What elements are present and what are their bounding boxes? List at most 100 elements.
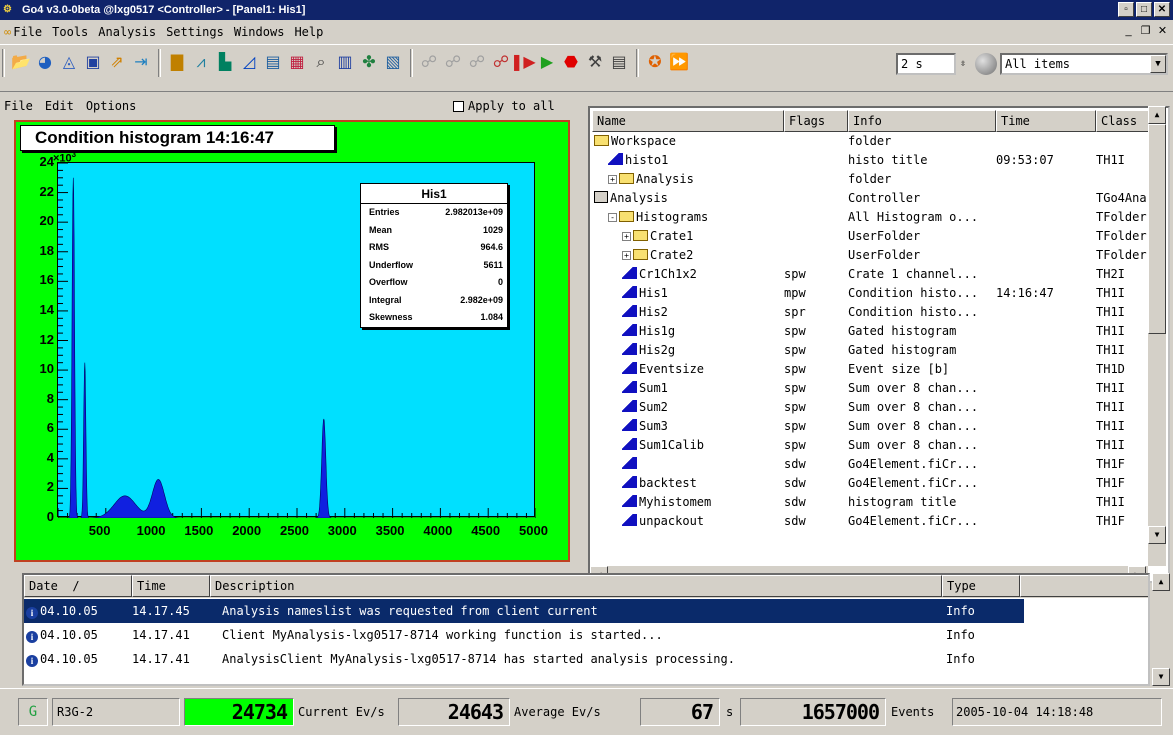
browser-item-name[interactable]: + Analysis (608, 170, 694, 189)
browser-row[interactable]: sdw Go4Element.fiCr... TH1F (592, 455, 1152, 474)
browser-item-name[interactable]: Eventsize (622, 360, 704, 379)
expand-icon[interactable]: + (622, 232, 631, 241)
column-class[interactable]: Class (1096, 110, 1152, 132)
launch-client-icon[interactable]: ☍ (418, 51, 440, 73)
browser-row[interactable]: - Histograms All Histogram o... TFolder (592, 208, 1152, 227)
monitor-icon[interactable]: ⏩ (668, 51, 690, 73)
bar-chart-icon[interactable]: ▇ (166, 51, 188, 73)
minimize-button[interactable]: ▫ (1118, 2, 1134, 17)
apply-to-all-checkbox[interactable]: Apply to all (453, 96, 555, 116)
browser-item-name[interactable]: histo1 (608, 151, 668, 170)
browser-item-name[interactable]: Sum1Calib (622, 436, 704, 455)
browser-item-name[interactable]: + Crate2 (622, 246, 693, 265)
browser-item-name[interactable]: His1g (622, 322, 675, 341)
histogram-icon[interactable]: ▙ (214, 51, 236, 73)
browser-item-name[interactable]: His2g (622, 341, 675, 360)
browser-item-name[interactable]: Sum2 (622, 398, 668, 417)
log-column-description[interactable]: Description (210, 575, 942, 597)
panel-menu-edit[interactable]: Edit (45, 99, 74, 113)
window-icon[interactable]: ▤ (262, 51, 284, 73)
update-interval-input[interactable]: 2 s (896, 53, 956, 75)
expand-icon[interactable]: + (622, 251, 631, 260)
browser-row[interactable]: Eventsize spw Event size [b] TH1D (592, 360, 1152, 379)
mdi-close-button[interactable]: ✕ (1155, 24, 1170, 39)
configure-icon[interactable]: ⚒ (584, 51, 606, 73)
browser-vscrollbar[interactable]: ▲ ▼ (1148, 106, 1166, 566)
browser-item-name[interactable]: His2 (622, 303, 668, 322)
zoom-icon[interactable]: ⌕ (310, 51, 332, 73)
stop-icon[interactable]: ⬣ (560, 51, 582, 73)
browser-item-name[interactable]: + Crate1 (622, 227, 693, 246)
browser-item-name[interactable]: unpackout (622, 512, 704, 531)
browser-item-name[interactable]: Sum1 (622, 379, 668, 398)
panel-splitter[interactable] (578, 94, 584, 564)
log-row[interactable]: i 04.10.05 14.17.45 Analysis nameslist was … (24, 599, 1024, 623)
browser-row[interactable]: Sum2 spw Sum over 8 chan... TH1I (592, 398, 1152, 417)
open-folder-icon[interactable]: 📂 (10, 51, 32, 73)
browser-item-name[interactable]: Cr1Ch1x2 (622, 265, 697, 284)
browser-row[interactable]: Sum1Calib spw Sum over 8 chan... TH1I (592, 436, 1152, 455)
menu-help[interactable]: Help (294, 25, 323, 39)
editor-icon[interactable]: ▧ (382, 51, 404, 73)
scroll-thumb[interactable] (1148, 124, 1166, 334)
close-button[interactable]: ✕ (1154, 2, 1170, 17)
filter-select[interactable]: All items ▼ (1000, 53, 1168, 75)
menu-file[interactable]: File (13, 25, 42, 39)
menu-tools[interactable]: Tools (52, 25, 88, 39)
browser-row[interactable]: Myhistomem sdw histogram title TH1I (592, 493, 1152, 512)
chevron-down-icon[interactable]: ▼ (1150, 55, 1166, 73)
log-row[interactable]: i 04.10.05 14.17.41 Client MyAnalysis-lxg05… (24, 623, 1134, 647)
browser-globe-icon[interactable]: ◕ (34, 51, 56, 73)
panel-menu-file[interactable]: File (4, 99, 33, 113)
fit-icon[interactable]: ◿ (238, 51, 260, 73)
save-as-icon[interactable]: ⇗ (106, 51, 128, 73)
browser-item-name[interactable]: His1 (622, 284, 668, 303)
refresh-icon[interactable]: ✪ (644, 51, 666, 73)
column-time[interactable]: Time (996, 110, 1096, 132)
log-vscrollbar[interactable]: ▲ ▼ (1152, 573, 1170, 686)
terminal-icon[interactable]: ▤ (608, 51, 630, 73)
browser-row[interactable]: backtest sdw Go4Element.fiCr... TH1F (592, 474, 1152, 493)
browser-item-name[interactable]: Workspace (594, 132, 676, 151)
save-icon[interactable]: ▣ (82, 51, 104, 73)
interval-spin-button[interactable]: ⇳ (957, 53, 969, 75)
settings-icon[interactable]: ✤ (358, 51, 380, 73)
browser-row[interactable]: + Crate2 UserFolder TFolder (592, 246, 1152, 265)
connect-icon[interactable]: ☍ (442, 51, 464, 73)
log-window[interactable]: Date / Time Description Type i 04.10.05 14… (22, 573, 1150, 686)
expand-icon[interactable]: + (608, 175, 617, 184)
browser-row[interactable]: Workspace folder (592, 132, 1152, 151)
maximize-button[interactable]: □ (1136, 2, 1152, 17)
browser-item-name[interactable]: backtest (622, 474, 697, 493)
browser-row[interactable]: Sum1 spw Sum over 8 chan... TH1I (592, 379, 1152, 398)
menu-windows[interactable]: Windows (234, 25, 285, 39)
stats-box[interactable]: His1 Entries 2.982013e+09 Mean 1029 RMS 964.6… (360, 183, 508, 328)
browser-row[interactable]: unpackout sdw Go4Element.fiCr... TH1F (592, 512, 1152, 531)
browser-row[interactable]: Cr1Ch1x2 spw Crate 1 channel... TH2I (592, 265, 1152, 284)
log-row[interactable]: i 04.10.05 14.17.41 AnalysisClient MyAnalys… (24, 647, 1134, 671)
log-column-time[interactable]: Time (132, 575, 210, 597)
browser-row[interactable]: histo1 histo title 09:53:07 TH1I (592, 151, 1152, 170)
scroll-down-icon[interactable]: ▼ (1148, 526, 1166, 544)
exit-icon[interactable]: ⇥ (130, 51, 152, 73)
column-flags[interactable]: Flags (784, 110, 848, 132)
column-name[interactable]: Name (592, 110, 784, 132)
line-chart-icon[interactable]: ⩘ (190, 51, 212, 73)
log-scroll-down-icon[interactable]: ▼ (1152, 668, 1170, 686)
browser-row[interactable]: His2 spr Condition histo... TH1I (592, 303, 1152, 322)
log-column-type[interactable]: Type (942, 575, 1020, 597)
load-icon[interactable]: ◬ (58, 51, 80, 73)
menu-settings[interactable]: Settings (166, 25, 224, 39)
browser-row[interactable]: His1g spw Gated histogram TH1I (592, 322, 1152, 341)
browser-row[interactable]: His2g spw Gated histogram TH1I (592, 341, 1152, 360)
mdi-restore-button[interactable]: ❐ (1138, 24, 1153, 39)
browser-item-name[interactable]: Analysis (594, 189, 668, 208)
browser-row[interactable]: + Crate1 UserFolder TFolder (592, 227, 1152, 246)
collapse-icon[interactable]: - (608, 213, 617, 222)
browser-item-name[interactable]: Myhistomem (622, 493, 711, 512)
mdi-minimize-button[interactable]: _ (1121, 24, 1136, 39)
browser-row[interactable]: Sum3 spw Sum over 8 chan... TH1I (592, 417, 1152, 436)
log-scroll-up-icon[interactable]: ▲ (1152, 573, 1170, 591)
shutdown-icon[interactable]: ☍ (490, 51, 512, 73)
start-icon[interactable]: ▶ (536, 51, 558, 73)
